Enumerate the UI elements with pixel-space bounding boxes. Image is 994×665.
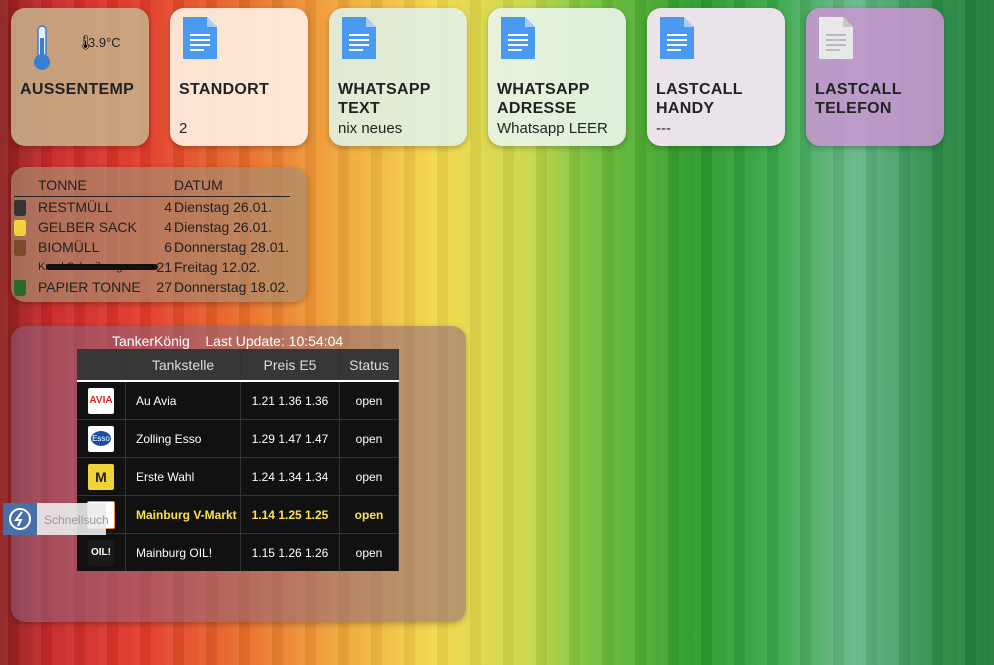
tile-lastcall-handy[interactable]: LASTCALL HANDY --- — [647, 8, 785, 146]
station-name: Mainburg OIL! — [125, 533, 241, 571]
station-status: open — [339, 533, 399, 571]
tonne-days: 4 — [164, 199, 172, 215]
tanker-update: Last Update: 10:54:04 — [205, 333, 344, 349]
tonne-date: Freitag 12.02. — [174, 259, 261, 275]
document-icon — [501, 17, 535, 59]
tile-title: AUSSENTEMP — [20, 81, 135, 98]
tanker-title: TankerKönig Last Update: 10:54:04 — [112, 333, 343, 349]
biomuell-bin-icon — [14, 239, 26, 256]
station-row[interactable]: M Erste Wahl 1.24 1.34 1.34 open — [77, 457, 399, 496]
tonne-days: 27 — [156, 279, 172, 295]
tile-title: STANDORT — [179, 81, 270, 98]
tonne-days: 4 — [164, 219, 172, 235]
tonne-name: BIOMÜLL — [38, 239, 100, 255]
restmuell-bin-icon — [14, 199, 26, 216]
tile-standort[interactable]: STANDORT 2 — [170, 8, 308, 146]
fuel-table: Tankstelle Preis E5 Status AVIA Au Avia … — [77, 349, 399, 571]
tonne-date: Donnerstag 28.01. — [174, 239, 290, 255]
station-name: Mainburg V-Markt — [125, 495, 241, 534]
station-prices: 1.21 1.36 1.36 — [240, 380, 340, 420]
oil-logo-icon: OIL! — [88, 539, 114, 566]
tonne-date: Dienstag 26.01. — [174, 199, 273, 215]
tonne-table: TONNE DATUM RESTMÜLL 4 Dienstag 26.01. G… — [14, 176, 290, 297]
tile-value: 2 — [179, 120, 188, 137]
tile-title: WHATSAPP TEXT — [338, 81, 431, 117]
station-status: open — [339, 457, 399, 496]
station-prices: 1.29 1.47 1.47 — [240, 419, 340, 458]
quicksearch-widget[interactable]: Schnellsuch — [3, 503, 109, 535]
station-prices: 1.24 1.34 1.34 — [240, 457, 340, 496]
header-datum: DATUM — [174, 176, 290, 197]
tonne-days: 6 — [164, 239, 172, 255]
station-prices: 1.14 1.25 1.25 — [240, 495, 340, 534]
quicksearch-label: Schnellsuch — [44, 513, 109, 527]
header-tankstelle: Tankstelle — [125, 349, 241, 382]
thermometer-icon — [34, 25, 50, 70]
avia-logo-icon: AVIA — [88, 387, 114, 414]
tonne-name: PAPIER TONNE — [38, 279, 141, 295]
gelber-sack-icon — [14, 219, 26, 236]
header-logo — [77, 349, 126, 382]
erstewahl-logo-icon: M — [88, 463, 114, 490]
header-preis: Preis E5 — [240, 349, 340, 382]
header-status: Status — [339, 349, 399, 382]
station-row[interactable]: AVIA Au Avia 1.21 1.36 1.36 open — [77, 380, 399, 420]
tile-lastcall-telefon[interactable]: LASTCALL TELEFON — [806, 8, 944, 146]
station-row-highlight[interactable]: Mainburg V-Markt 1.14 1.25 1.25 open — [77, 495, 399, 534]
tanker-brand: TankerKönig — [112, 333, 190, 349]
papier-tonne-icon — [14, 279, 26, 296]
station-name: Zolling Esso — [125, 419, 241, 458]
quicksearch-icon — [3, 503, 37, 535]
tile-value: nix neues — [338, 120, 403, 137]
station-row[interactable]: OIL! Mainburg OIL! 1.15 1.26 1.26 open — [77, 533, 399, 571]
tile-whatsapp-text[interactable]: WHATSAPP TEXT nix neues — [329, 8, 467, 146]
station-status: open — [339, 419, 399, 458]
station-name: Au Avia — [125, 380, 241, 420]
document-icon — [342, 17, 376, 59]
document-icon — [819, 17, 853, 59]
tile-title: LASTCALL TELEFON — [815, 81, 902, 117]
tile-whatsapp-adresse[interactable]: WHATSAPP ADRESSE Whatsapp LEER — [488, 8, 626, 146]
redaction-scribble — [46, 264, 158, 270]
tonne-name: GELBER SACK — [38, 219, 137, 235]
tile-value: --- — [656, 120, 671, 137]
station-prices: 1.15 1.26 1.26 — [240, 533, 340, 571]
tonne-date: Donnerstag 18.02. — [174, 279, 290, 295]
tonne-row: RESTMÜLL 4 Dienstag 26.01. — [14, 197, 290, 218]
tile-value: Whatsapp LEER — [497, 120, 608, 137]
tonne-row: BIOMÜLL 6 Donnerstag 28.01. — [14, 237, 290, 257]
tile-title: LASTCALL HANDY — [656, 81, 743, 117]
temperature-value: 3.9°C — [88, 35, 121, 50]
tonne-row: GELBER SACK 4 Dienstag 26.01. — [14, 217, 290, 237]
tile-aussentemp[interactable]: 🌡 3.9°C AUSSENTEMP — [11, 8, 149, 146]
esso-logo-icon: Esso — [88, 425, 114, 452]
tonne-date: Dienstag 26.01. — [174, 219, 273, 235]
tile-title: WHATSAPP ADRESSE — [497, 81, 590, 117]
tonne-row: PAPIER TONNE 27 Donnerstag 18.02. — [14, 277, 290, 297]
station-status: open — [339, 380, 399, 420]
header-tonne: TONNE — [38, 176, 150, 197]
station-name: Erste Wahl — [125, 457, 241, 496]
station-row[interactable]: Esso Zolling Esso 1.29 1.47 1.47 open — [77, 419, 399, 458]
document-icon — [183, 17, 217, 59]
station-status: open — [339, 495, 399, 534]
document-icon — [660, 17, 694, 59]
tonne-name: RESTMÜLL — [38, 199, 113, 215]
